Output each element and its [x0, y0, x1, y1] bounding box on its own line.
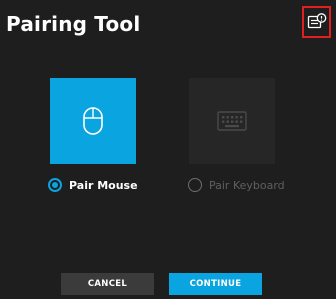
mouse-tile[interactable]: [50, 78, 136, 164]
pair-mouse-label: Pair Mouse: [69, 178, 138, 192]
page-title: Pairing Tool: [6, 12, 141, 36]
device-info-button[interactable]: [302, 6, 331, 38]
keyboard-tile: [189, 78, 275, 164]
pair-mouse-radio[interactable]: Pair Mouse: [48, 176, 138, 194]
cancel-button[interactable]: CANCEL: [61, 273, 154, 295]
radio-unchecked-icon: [188, 178, 202, 192]
continue-button[interactable]: CONTINUE: [169, 273, 262, 295]
radio-checked-icon: [48, 178, 62, 192]
mouse-icon: [83, 107, 103, 135]
device-info-icon: [307, 13, 326, 29]
keyboard-icon: [217, 111, 247, 131]
pair-keyboard-radio: Pair Keyboard: [188, 176, 285, 194]
pair-keyboard-label: Pair Keyboard: [209, 178, 285, 192]
pairing-tool-window: Pairing Tool Pair Mouse Pair Keyboard CA…: [0, 0, 336, 299]
